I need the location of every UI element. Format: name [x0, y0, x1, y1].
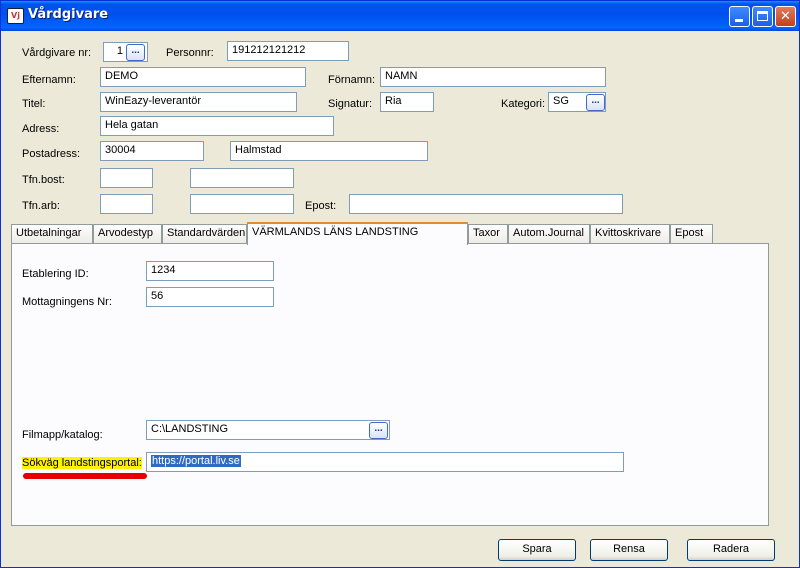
sokvag-landstingsportal-field[interactable]: https://portal.liv.se — [146, 452, 624, 472]
tab-panel-landsting: Etablering ID: 1234 Mottagningens Nr: 56… — [11, 243, 769, 526]
adress-label: Adress: — [22, 123, 60, 135]
personnr-label: Personnr: — [166, 47, 214, 59]
etablering-id-label: Etablering ID: — [22, 268, 89, 280]
filmapp-browse-button[interactable]: ... — [369, 422, 388, 439]
tab-utbetalningar[interactable]: Utbetalningar — [11, 224, 93, 244]
minimize-button[interactable] — [729, 6, 750, 27]
postnr-field[interactable]: 30004 — [100, 141, 204, 161]
maximize-button[interactable] — [752, 6, 773, 27]
sokvag-landstingsportal-label: Sökväg landstingsportal: — [22, 457, 142, 469]
close-button[interactable]: ✕ — [775, 6, 796, 27]
tab-standardvarden[interactable]: Standardvärden — [162, 224, 247, 244]
mottagningens-nr-field[interactable]: 56 — [146, 287, 274, 307]
red-underline-annotation — [23, 473, 147, 479]
tfn-arb-area-field[interactable] — [100, 194, 153, 214]
tfn-bost-area-field[interactable] — [100, 168, 153, 188]
mottagningens-nr-label: Mottagningens Nr: — [22, 296, 112, 308]
minimize-icon — [735, 19, 743, 22]
tab-varmlands-lans-landsting[interactable]: VÄRMLANDS LÄNS LANDSTING — [247, 222, 468, 245]
adress-field[interactable]: Hela gatan — [100, 116, 334, 136]
kategori-label: Kategori: — [501, 98, 546, 110]
ellipsis-icon: ... — [374, 423, 383, 434]
filmapp-katalog-field[interactable]: C:\LANDSTING — [146, 420, 390, 440]
signatur-label: Signatur: — [328, 98, 373, 110]
fornamn-label: Förnamn: — [328, 74, 376, 86]
tab-arvodestyp[interactable]: Arvodestyp — [93, 224, 162, 244]
vardgivare-nr-label: Vårdgivare nr: — [22, 47, 92, 59]
personnr-field[interactable]: 191212121212 — [227, 41, 349, 61]
epost-field[interactable] — [349, 194, 623, 214]
tab-epost[interactable]: Epost — [670, 224, 713, 244]
app-icon: Vj — [7, 8, 24, 24]
tfn-arb-label: Tfn.arb: — [22, 200, 60, 212]
radera-button[interactable]: Radera — [687, 539, 775, 561]
rensa-button[interactable]: Rensa — [590, 539, 668, 561]
tfn-bost-label: Tfn.bost: — [22, 174, 65, 186]
close-icon: ✕ — [780, 9, 791, 24]
tab-kvittoskrivare[interactable]: Kvittoskrivare — [590, 224, 670, 244]
selected-url-text: https://portal.liv.se — [151, 455, 241, 467]
tab-autom-journal[interactable]: Autom.Journal — [508, 224, 590, 244]
maximize-icon — [757, 11, 768, 21]
vardgivare-lookup-button[interactable]: ... — [126, 44, 145, 61]
vardgivare-window: Vj Vårdgivare ✕ Vårdgivare nr: 1 ... Per… — [0, 0, 800, 568]
tfn-arb-number-field[interactable] — [190, 194, 294, 214]
ellipsis-icon: ... — [591, 95, 600, 106]
etablering-id-field[interactable]: 1234 — [146, 261, 274, 281]
efternamn-label: Efternamn: — [22, 74, 76, 86]
efternamn-field[interactable]: DEMO — [100, 67, 306, 87]
spara-button[interactable]: Spara — [498, 539, 576, 561]
tfn-bost-number-field[interactable] — [190, 168, 294, 188]
ellipsis-icon: ... — [131, 45, 140, 56]
ort-field[interactable]: Halmstad — [230, 141, 428, 161]
kategori-lookup-button[interactable]: ... — [586, 94, 605, 111]
signatur-field[interactable]: Ria — [380, 92, 434, 112]
window-title: Vårdgivare — [28, 7, 109, 22]
filmapp-katalog-label: Filmapp/katalog: — [22, 429, 103, 441]
postadress-label: Postadress: — [22, 148, 81, 160]
epost-label: Epost: — [305, 200, 337, 212]
titel-label: Titel: — [22, 98, 46, 110]
titel-field[interactable]: WinEazy-leverantör — [100, 92, 297, 112]
fornamn-field[interactable]: NAMN — [380, 67, 606, 87]
title-bar[interactable]: Vj Vårdgivare ✕ — [1, 1, 799, 31]
tab-taxor[interactable]: Taxor — [468, 224, 508, 244]
